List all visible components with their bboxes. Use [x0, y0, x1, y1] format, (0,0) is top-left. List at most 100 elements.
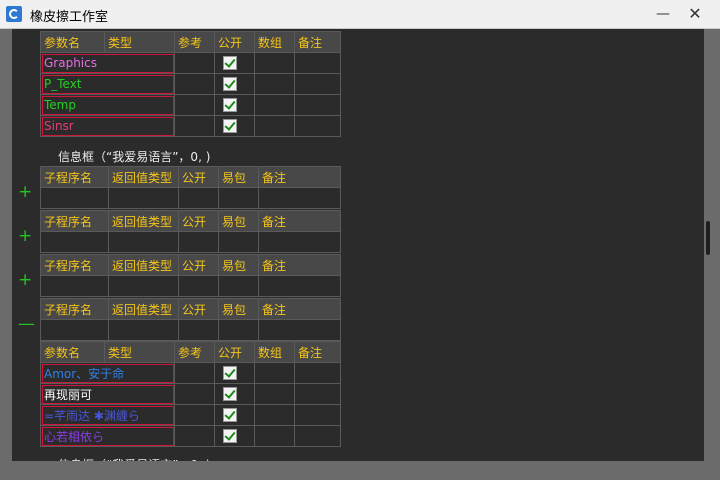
- param-public-cell[interactable]: [214, 52, 255, 74]
- subroutine-row[interactable]: [40, 231, 341, 253]
- param-public-cell[interactable]: [214, 383, 255, 405]
- col-header: 备注: [258, 298, 341, 320]
- param-name-cell[interactable]: Temp: [40, 94, 175, 116]
- cell[interactable]: [218, 275, 259, 297]
- expand-icon[interactable]: +: [18, 228, 32, 245]
- param-array-cell[interactable]: [254, 404, 295, 426]
- expand-icon[interactable]: +: [18, 272, 32, 289]
- scrollbar-thumb[interactable]: [706, 221, 710, 255]
- param-name-cell[interactable]: Sinsr: [40, 115, 175, 137]
- subroutine-row[interactable]: [40, 275, 341, 297]
- param-name: Sinsr: [44, 119, 74, 133]
- param-array-cell[interactable]: [254, 425, 295, 447]
- col-header: 返回值类型: [108, 166, 179, 188]
- cell[interactable]: [40, 275, 109, 297]
- param-ref-cell[interactable]: [174, 404, 215, 426]
- col-header: 备注: [294, 341, 341, 363]
- col-header: 子程序名: [40, 166, 109, 188]
- param-array-cell[interactable]: [254, 94, 295, 116]
- cell[interactable]: [218, 187, 259, 209]
- checkbox-checked-icon[interactable]: [223, 77, 237, 92]
- checkbox-checked-icon[interactable]: [223, 119, 237, 134]
- param-note-cell[interactable]: [294, 425, 341, 447]
- param-note-cell[interactable]: [294, 404, 341, 426]
- cell[interactable]: [108, 319, 179, 341]
- checkbox-checked-icon[interactable]: [223, 387, 237, 402]
- param-note-cell[interactable]: [294, 52, 341, 74]
- param-public-cell[interactable]: [214, 425, 255, 447]
- cell[interactable]: [218, 231, 259, 253]
- param-row[interactable]: 再现丽可: [40, 383, 341, 405]
- cell[interactable]: [108, 187, 179, 209]
- col-header: 公开: [214, 341, 255, 363]
- param-public-cell[interactable]: [214, 362, 255, 384]
- param-ref-cell[interactable]: [174, 73, 215, 95]
- cell[interactable]: [258, 319, 341, 341]
- param-public-cell[interactable]: [214, 73, 255, 95]
- window-title: 橡皮擦工作室: [30, 10, 109, 25]
- subroutine-row[interactable]: [40, 319, 341, 341]
- cell[interactable]: [108, 231, 179, 253]
- param-row[interactable]: P_Text: [40, 73, 341, 95]
- subroutine-row[interactable]: [40, 187, 341, 209]
- param-note-cell[interactable]: [294, 115, 341, 137]
- code-editor[interactable]: 参数名 类型 参考 公开 数组 备注 Graphics P_Text Temp: [12, 29, 704, 461]
- param-note-cell[interactable]: [294, 362, 341, 384]
- cell[interactable]: [258, 275, 341, 297]
- cell[interactable]: [178, 231, 219, 253]
- col-header: 参数名: [40, 341, 105, 363]
- param-note-cell[interactable]: [294, 94, 341, 116]
- param-note-cell[interactable]: [294, 383, 341, 405]
- param-row[interactable]: Amor、安于命: [40, 362, 341, 384]
- param-public-cell[interactable]: [214, 94, 255, 116]
- checkbox-checked-icon[interactable]: [223, 56, 237, 71]
- param-name-cell[interactable]: ≈芊雨达 ✱渊缠ら: [40, 404, 175, 426]
- collapse-icon[interactable]: —: [18, 316, 35, 333]
- checkbox-checked-icon[interactable]: [223, 429, 237, 444]
- code-statement[interactable]: 信息框（“我爱易语言”，0, ): [58, 148, 210, 165]
- cell[interactable]: [40, 231, 109, 253]
- cell[interactable]: [178, 319, 219, 341]
- cell[interactable]: [178, 275, 219, 297]
- col-header: 备注: [258, 210, 341, 232]
- param-row[interactable]: Graphics: [40, 52, 341, 74]
- cell[interactable]: [40, 319, 109, 341]
- param-ref-cell[interactable]: [174, 362, 215, 384]
- param-array-cell[interactable]: [254, 362, 295, 384]
- param-public-cell[interactable]: [214, 404, 255, 426]
- cell[interactable]: [258, 231, 341, 253]
- param-name-cell[interactable]: 心若相依ら: [40, 425, 175, 447]
- param-ref-cell[interactable]: [174, 425, 215, 447]
- param-ref-cell[interactable]: [174, 115, 215, 137]
- param-row[interactable]: Sinsr: [40, 115, 341, 137]
- param-array-cell[interactable]: [254, 73, 295, 95]
- cell[interactable]: [178, 187, 219, 209]
- param-name-cell[interactable]: P_Text: [40, 73, 175, 95]
- close-button[interactable]: ✕: [684, 4, 706, 24]
- col-header: 类型: [104, 31, 175, 53]
- param-ref-cell[interactable]: [174, 52, 215, 74]
- param-array-cell[interactable]: [254, 383, 295, 405]
- checkbox-checked-icon[interactable]: [223, 98, 237, 113]
- param-array-cell[interactable]: [254, 115, 295, 137]
- param-row[interactable]: Temp: [40, 94, 341, 116]
- expand-icon[interactable]: +: [18, 184, 32, 201]
- param-public-cell[interactable]: [214, 115, 255, 137]
- param-name-cell[interactable]: 再现丽可: [40, 383, 175, 405]
- cell[interactable]: [108, 275, 179, 297]
- param-ref-cell[interactable]: [174, 383, 215, 405]
- param-name-cell[interactable]: Graphics: [40, 52, 175, 74]
- vertical-scrollbar[interactable]: [706, 29, 714, 474]
- param-row[interactable]: 心若相依ら: [40, 425, 341, 447]
- param-row[interactable]: ≈芊雨达 ✱渊缠ら: [40, 404, 341, 426]
- param-ref-cell[interactable]: [174, 94, 215, 116]
- cell[interactable]: [40, 187, 109, 209]
- minimize-button[interactable]: —: [652, 4, 674, 24]
- cell[interactable]: [218, 319, 259, 341]
- checkbox-checked-icon[interactable]: [223, 408, 237, 423]
- param-array-cell[interactable]: [254, 52, 295, 74]
- cell[interactable]: [258, 187, 341, 209]
- checkbox-checked-icon[interactable]: [223, 366, 237, 381]
- param-note-cell[interactable]: [294, 73, 341, 95]
- param-name-cell[interactable]: Amor、安于命: [40, 362, 175, 384]
